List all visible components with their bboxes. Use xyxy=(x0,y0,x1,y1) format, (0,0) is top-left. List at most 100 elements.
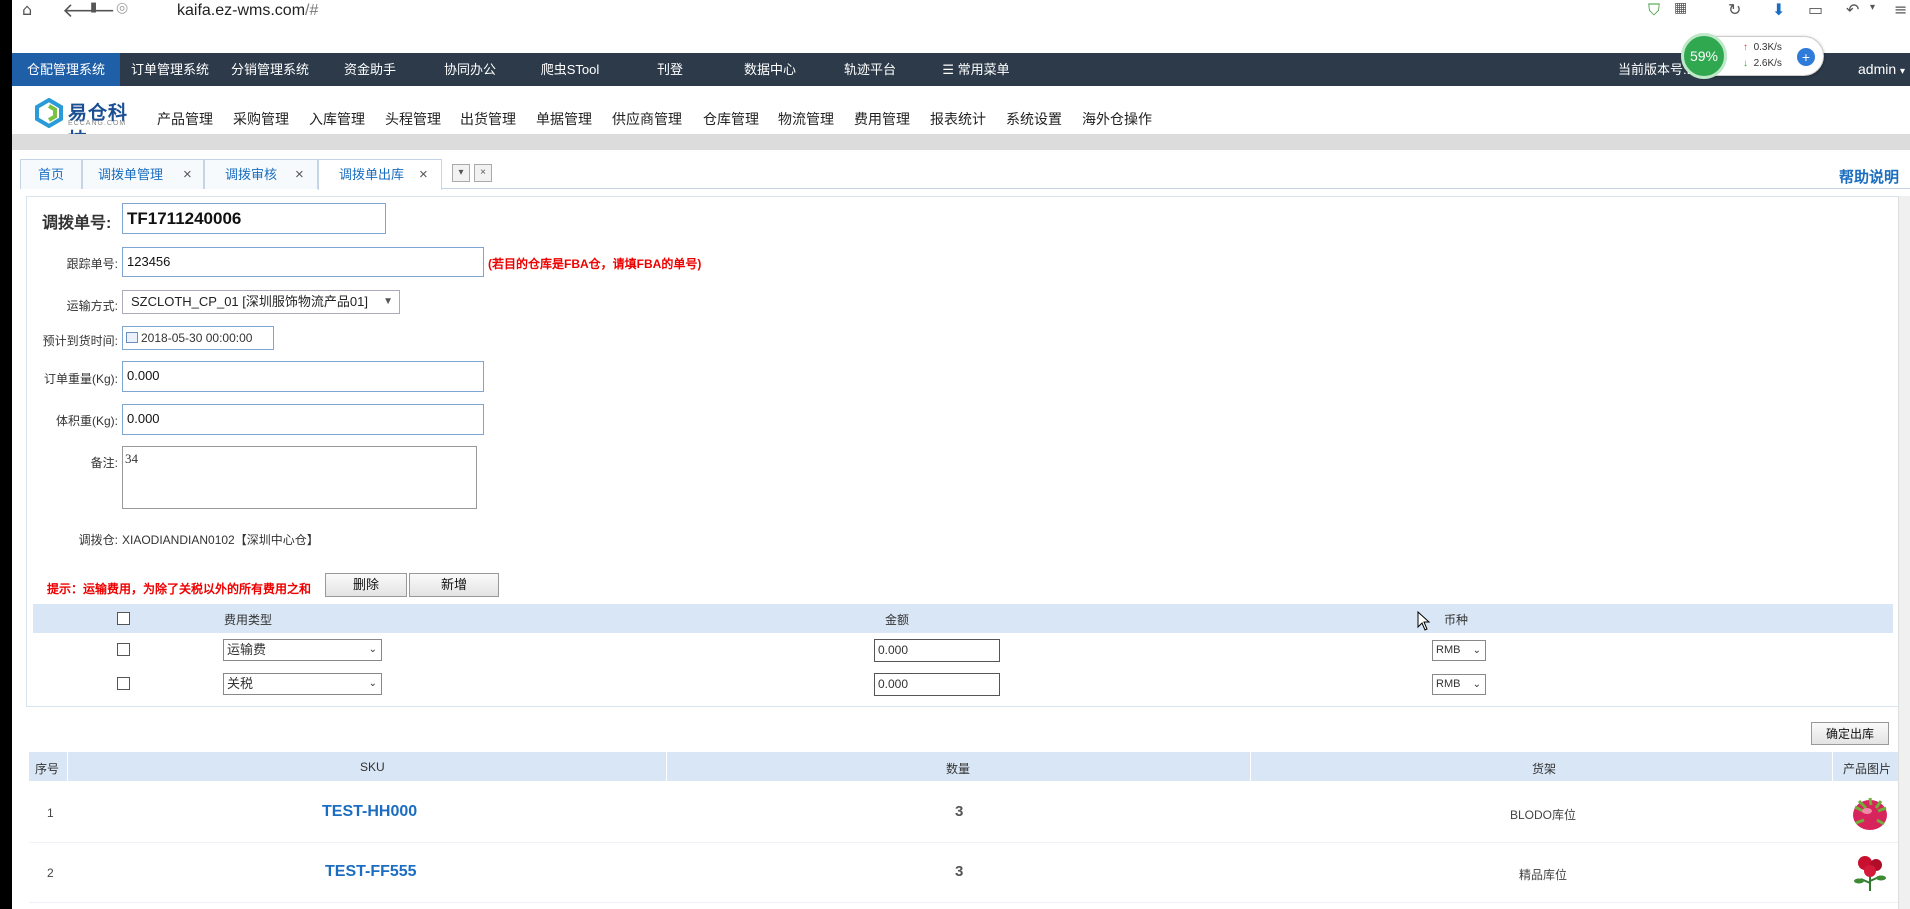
tab-transfer-review[interactable]: 调拨审核 × xyxy=(204,159,318,189)
module-product[interactable]: 产品管理 xyxy=(157,109,213,129)
plus-icon[interactable]: + xyxy=(1797,48,1815,66)
app-screen: ⌂ 🡐 ▮ ◎ kaifa.ez-wms.com/# ⛉ ▦ ↻ ⬇ ▭ ↶ ▾… xyxy=(12,0,1910,909)
eta-field[interactable]: 2018-05-30 00:00:00 xyxy=(122,326,274,350)
weight-field[interactable]: 0.000 xyxy=(122,361,484,392)
chevron-down-icon: ▾ xyxy=(1900,66,1906,77)
sku-link[interactable]: TEST-FF555 xyxy=(325,863,417,881)
url-bar[interactable]: kaifa.ez-wms.com/# xyxy=(177,2,318,20)
sku-link[interactable]: TEST-HH000 xyxy=(322,803,417,821)
divider-bar xyxy=(12,134,1910,150)
tracking-label: 跟踪单号: xyxy=(66,257,118,271)
close-icon[interactable]: × xyxy=(183,160,192,190)
tab-transfer-outbound[interactable]: 调拨单出库 × xyxy=(318,159,442,190)
fee-type-select[interactable]: 关税 ⌄ xyxy=(223,673,382,695)
fee-type-value: 运输费 xyxy=(227,642,267,657)
nav-listing[interactable]: 刊登 xyxy=(620,53,720,86)
module-logistics[interactable]: 物流管理 xyxy=(778,109,834,129)
browser-toolbar: ⌂ 🡐 ▮ ◎ kaifa.ez-wms.com/# ⛉ ▦ ↻ ⬇ ▭ ↶ ▾… xyxy=(12,0,1910,53)
fee-type-header: 费用类型 xyxy=(224,613,273,627)
help-link[interactable]: 帮助说明 xyxy=(1839,166,1899,187)
tab-dropdown-icon[interactable]: ▾ xyxy=(452,164,470,182)
nav-distribution-system[interactable]: 分销管理系统 xyxy=(220,53,320,86)
home-icon[interactable]: ⌂ xyxy=(22,0,32,19)
undo-icon[interactable]: ↶ xyxy=(1846,0,1859,19)
calendar-icon[interactable] xyxy=(126,332,138,343)
user-menu[interactable]: admin ▾ xyxy=(1858,53,1905,88)
module-documents[interactable]: 单据管理 xyxy=(536,109,592,129)
back-icon[interactable]: 🡐 xyxy=(62,0,116,22)
delete-button[interactable]: 删除 xyxy=(325,573,407,597)
tracking-hint: (若目的仓库是FBA仓，请填FBA的单号) xyxy=(488,257,702,271)
module-settings[interactable]: 系统设置 xyxy=(1006,109,1062,129)
chevron-down-icon: ▼ xyxy=(383,296,393,307)
module-purchase[interactable]: 采购管理 xyxy=(233,109,289,129)
menu-icon[interactable]: ≡ xyxy=(1894,0,1907,19)
nav-crawler-stool[interactable]: 爬虫STool xyxy=(520,53,620,86)
nav-warehouse-system[interactable]: 仓配管理系统 xyxy=(12,53,120,86)
nav-data-center[interactable]: 数据中心 xyxy=(720,53,820,86)
module-inbound[interactable]: 入库管理 xyxy=(309,109,365,129)
volume-field[interactable]: 0.000 xyxy=(122,404,484,435)
row-index: 2 xyxy=(47,866,54,880)
add-button[interactable]: 新增 xyxy=(409,573,499,597)
volume-label: 体积重(Kg): xyxy=(55,414,118,428)
tracking-field[interactable]: 123456 xyxy=(122,247,484,277)
column-divider xyxy=(666,752,667,781)
chevron-down-icon: ⌄ xyxy=(368,678,377,689)
fee-type-value: 关税 xyxy=(227,676,254,691)
confirm-outbound-button[interactable]: 确定出库 xyxy=(1811,722,1889,745)
dragonfruit-icon[interactable] xyxy=(1847,791,1893,838)
module-fees[interactable]: 费用管理 xyxy=(854,109,910,129)
module-overseas[interactable]: 海外仓操作 xyxy=(1082,109,1152,129)
fee-type-select[interactable]: 运输费 ⌄ xyxy=(223,639,382,661)
table-row: 2 TEST-FF555 3 精品库位 xyxy=(29,843,1908,903)
download-icon[interactable]: ⬇ xyxy=(1772,0,1785,19)
tab-close-all-icon[interactable]: × xyxy=(474,164,492,182)
nav-track-platform[interactable]: 轨迹平台 xyxy=(820,53,920,86)
shipping-select[interactable]: SZCLOTH_CP_01 [深圳服饰物流产品01] ▼ xyxy=(122,290,400,314)
window-icon[interactable]: ▭ xyxy=(1808,0,1823,19)
speed-widget[interactable]: 59% ↑ 0.3K/s ↓ 2.6K/s + xyxy=(1681,33,1824,79)
qty-value: 3 xyxy=(955,803,964,820)
nav-order-system[interactable]: 订单管理系统 xyxy=(120,53,220,86)
scrollbar[interactable] xyxy=(1898,196,1910,909)
module-supplier[interactable]: 供应商管理 xyxy=(612,109,682,129)
transfer-no-label: 调拨单号: xyxy=(42,215,112,232)
fee-row-checkbox[interactable] xyxy=(117,643,130,656)
fee-amount-field[interactable]: 0.000 xyxy=(874,673,1000,696)
chevron-down-icon[interactable]: ▾ xyxy=(1870,2,1875,13)
site-icon: ◎ xyxy=(116,0,129,16)
module-warehouse[interactable]: 仓库管理 xyxy=(703,109,759,129)
select-all-checkbox[interactable] xyxy=(117,612,130,625)
rose-icon[interactable] xyxy=(1849,851,1891,898)
speed-percent: 59% xyxy=(1681,33,1727,79)
tab-label: 调拨单出库 xyxy=(339,167,405,182)
currency-select[interactable]: RMB ⌄ xyxy=(1432,640,1486,661)
tab-transfer-manage[interactable]: 调拨单管理 × xyxy=(82,159,204,189)
shield-icon[interactable]: ⛉ xyxy=(1648,0,1660,20)
sku-header: SKU xyxy=(360,760,385,774)
currency-select[interactable]: RMB ⌄ xyxy=(1432,674,1486,695)
tab-bar: 首页 调拨单管理 × 调拨审核 × 调拨单出库 × xyxy=(20,159,1910,190)
upload-speed: ↑ 0.3K/s xyxy=(1743,42,1782,53)
refresh-icon[interactable]: ↻ xyxy=(1728,0,1741,19)
close-icon[interactable]: × xyxy=(295,160,304,190)
module-reports[interactable]: 报表统计 xyxy=(930,109,986,129)
logo-mark-icon xyxy=(35,98,63,128)
nav-common-menu[interactable]: ☰ 常用菜单 xyxy=(920,53,1032,86)
transfer-no-field[interactable]: TF1711240006 xyxy=(122,203,386,234)
fee-row-checkbox[interactable] xyxy=(117,677,130,690)
qr-icon[interactable]: ▦ xyxy=(1674,0,1687,16)
fee-amount-field[interactable]: 0.000 xyxy=(874,639,1000,662)
currency-value: RMB xyxy=(1436,678,1461,690)
nav-collab-office[interactable]: 协同办公 xyxy=(420,53,520,86)
module-first-leg[interactable]: 头程管理 xyxy=(385,109,441,129)
module-shipping[interactable]: 出货管理 xyxy=(460,109,516,129)
forward-icon[interactable]: ▮ xyxy=(90,0,97,15)
nav-fund-assistant[interactable]: 资金助手 xyxy=(320,53,420,86)
remark-field[interactable]: 34 xyxy=(122,446,477,509)
close-icon[interactable]: × xyxy=(419,160,428,190)
module-nav: 易仓科技 ECCANG.COM 产品管理 采购管理 入库管理 头程管理 出货管理… xyxy=(12,88,1910,151)
system-nav: 仓配管理系统 订单管理系统 分销管理系统 资金助手 协同办公 爬虫STool 刊… xyxy=(12,53,1910,86)
tab-home[interactable]: 首页 xyxy=(20,159,82,189)
